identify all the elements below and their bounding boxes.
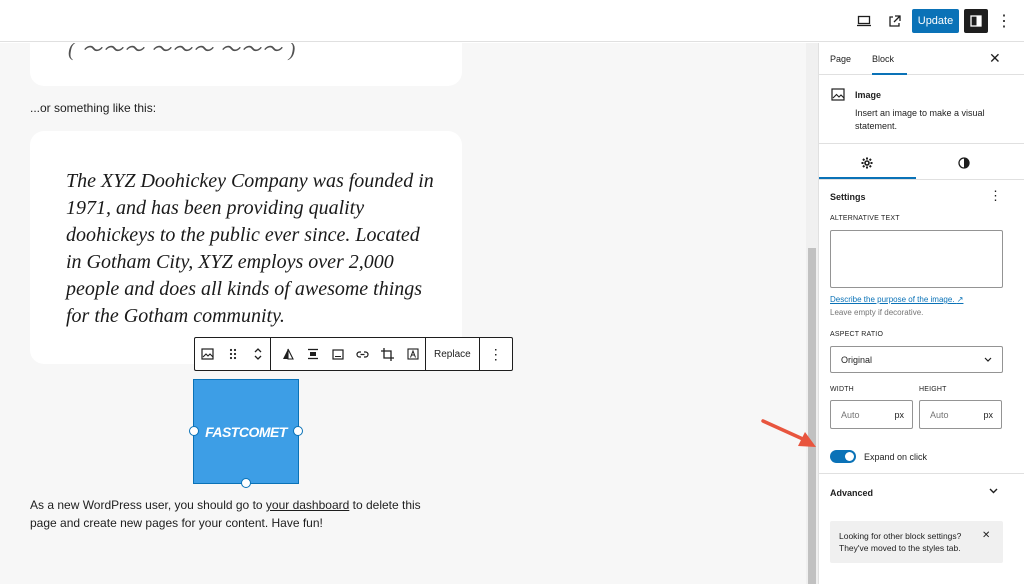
block-toolbar: Replace ⋮ bbox=[194, 337, 513, 371]
paragraph-text-before: As a new WordPress user, you should go t… bbox=[30, 498, 266, 512]
sidebar-tabs: Page Block ✕ bbox=[819, 43, 1024, 75]
external-link-icon: ↗ bbox=[956, 295, 964, 304]
editor-canvas[interactable]: ( 〜〜〜 〜〜〜 〜〜〜 ) ...or something like thi… bbox=[0, 43, 806, 584]
expand-on-click-toggle[interactable] bbox=[830, 450, 856, 463]
height-input[interactable]: Auto px bbox=[919, 400, 1002, 429]
block-card: Image Insert an image to make a visual s… bbox=[819, 76, 1024, 144]
move-up-down-icon[interactable] bbox=[245, 338, 270, 370]
text-overlay-icon[interactable] bbox=[400, 338, 425, 370]
selected-image-block[interactable]: FASTCOMET bbox=[193, 379, 299, 484]
block-toolbar-group-tools bbox=[271, 338, 426, 370]
height-placeholder: Auto bbox=[930, 410, 949, 420]
link-icon[interactable] bbox=[350, 338, 375, 370]
align-icon[interactable] bbox=[300, 338, 325, 370]
alt-text-help: Leave empty if decorative. bbox=[830, 308, 924, 317]
canvas-scrollbar[interactable] bbox=[806, 43, 818, 584]
crop-icon[interactable] bbox=[375, 338, 400, 370]
close-icon[interactable]: ✕ bbox=[989, 50, 1001, 67]
advanced-panel-toggle[interactable]: Advanced bbox=[819, 474, 1024, 510]
width-unit: px bbox=[894, 410, 904, 420]
image-icon bbox=[831, 88, 845, 106]
resize-handle-left[interactable] bbox=[189, 426, 199, 436]
intro-paragraph[interactable]: ...or something like this: bbox=[30, 101, 156, 115]
resize-handle-right[interactable] bbox=[293, 426, 303, 436]
tab-page[interactable]: Page bbox=[830, 54, 851, 64]
quote-text[interactable]: The XYZ Doohickey Company was founded in… bbox=[66, 168, 436, 330]
expand-on-click-label[interactable]: Expand on click bbox=[864, 452, 927, 462]
more-options-icon[interactable]: ⋮ bbox=[994, 9, 1014, 33]
aspect-ratio-value: Original bbox=[841, 355, 873, 365]
duotone-filter-icon[interactable] bbox=[275, 338, 300, 370]
settings-panel: Settings ⋮ ALTERNATIVE TEXT Describe the… bbox=[761, 180, 1024, 474]
block-toolbar-group-more: ⋮ bbox=[480, 338, 512, 370]
quote-group-block[interactable]: The XYZ Doohickey Company was founded in… bbox=[30, 131, 462, 364]
block-toolbar-group-type bbox=[195, 338, 271, 370]
settings-sidebar: Page Block ✕ Image Insert an image to ma… bbox=[761, 43, 1024, 584]
tab-block[interactable]: Block bbox=[872, 54, 894, 64]
aspect-ratio-label: ASPECT RATIO bbox=[830, 331, 884, 338]
chevron-down-icon bbox=[984, 354, 992, 364]
styles-moved-notice: Looking for other block settings? They'v… bbox=[830, 521, 1003, 563]
block-toolbar-group-replace: Replace bbox=[426, 338, 480, 370]
settings-sidebar-toggle-button[interactable] bbox=[964, 9, 988, 33]
aspect-ratio-select[interactable]: Original bbox=[830, 346, 1003, 373]
chevron-down-icon bbox=[989, 486, 998, 497]
describe-purpose-link[interactable]: Describe the purpose of the image. ↗ bbox=[830, 295, 963, 304]
group-block-top[interactable]: ( 〜〜〜 〜〜〜 〜〜〜 ) bbox=[30, 43, 462, 86]
update-button[interactable]: Update bbox=[912, 9, 959, 33]
settings-more-icon[interactable]: ⋮ bbox=[989, 188, 1002, 204]
editor-top-bar: Update ⋮ bbox=[0, 0, 1024, 42]
welcome-paragraph[interactable]: As a new WordPress user, you should go t… bbox=[30, 496, 450, 532]
scrollbar-thumb[interactable] bbox=[808, 248, 816, 584]
annotation-arrow-icon bbox=[761, 418, 817, 455]
sidebar-toggle-icon bbox=[970, 15, 982, 27]
inspector-subtabs bbox=[819, 144, 1024, 180]
caption-icon[interactable] bbox=[325, 338, 350, 370]
active-tab-indicator bbox=[872, 73, 907, 75]
block-options-icon[interactable]: ⋮ bbox=[480, 338, 512, 370]
cut-off-text: ( 〜〜〜 〜〜〜 〜〜〜 ) bbox=[68, 43, 297, 61]
block-title: Image bbox=[855, 90, 882, 100]
active-subtab-indicator bbox=[819, 177, 916, 179]
advanced-label: Advanced bbox=[830, 488, 874, 498]
dashboard-link[interactable]: your dashboard bbox=[266, 498, 349, 512]
alt-text-input[interactable] bbox=[830, 230, 1003, 288]
desktop-preview-icon[interactable] bbox=[852, 9, 876, 33]
drag-handle-icon[interactable] bbox=[220, 338, 245, 370]
resize-handle-bottom[interactable] bbox=[241, 478, 251, 488]
alt-text-label: ALTERNATIVE TEXT bbox=[830, 215, 900, 222]
width-label: WIDTH bbox=[830, 386, 854, 393]
block-description: Insert an image to make a visual stateme… bbox=[855, 108, 985, 131]
replace-button[interactable]: Replace bbox=[426, 338, 479, 370]
settings-heading[interactable]: Settings bbox=[830, 192, 866, 202]
toggle-knob bbox=[845, 452, 854, 461]
notice-text: Looking for other block settings? They'v… bbox=[839, 531, 962, 553]
external-view-icon[interactable] bbox=[882, 9, 906, 33]
settings-gear-icon[interactable] bbox=[861, 156, 873, 174]
styles-contrast-icon[interactable] bbox=[958, 156, 970, 174]
describe-link-text: Describe the purpose of the image. bbox=[830, 295, 955, 304]
width-placeholder: Auto bbox=[841, 410, 860, 420]
image-block-icon[interactable] bbox=[195, 338, 220, 370]
fastcomet-logo: FASTCOMET bbox=[205, 423, 287, 440]
height-unit: px bbox=[983, 410, 993, 420]
height-label: HEIGHT bbox=[919, 386, 947, 393]
width-input[interactable]: Auto px bbox=[830, 400, 913, 429]
notice-close-icon[interactable]: ✕ bbox=[982, 530, 990, 541]
